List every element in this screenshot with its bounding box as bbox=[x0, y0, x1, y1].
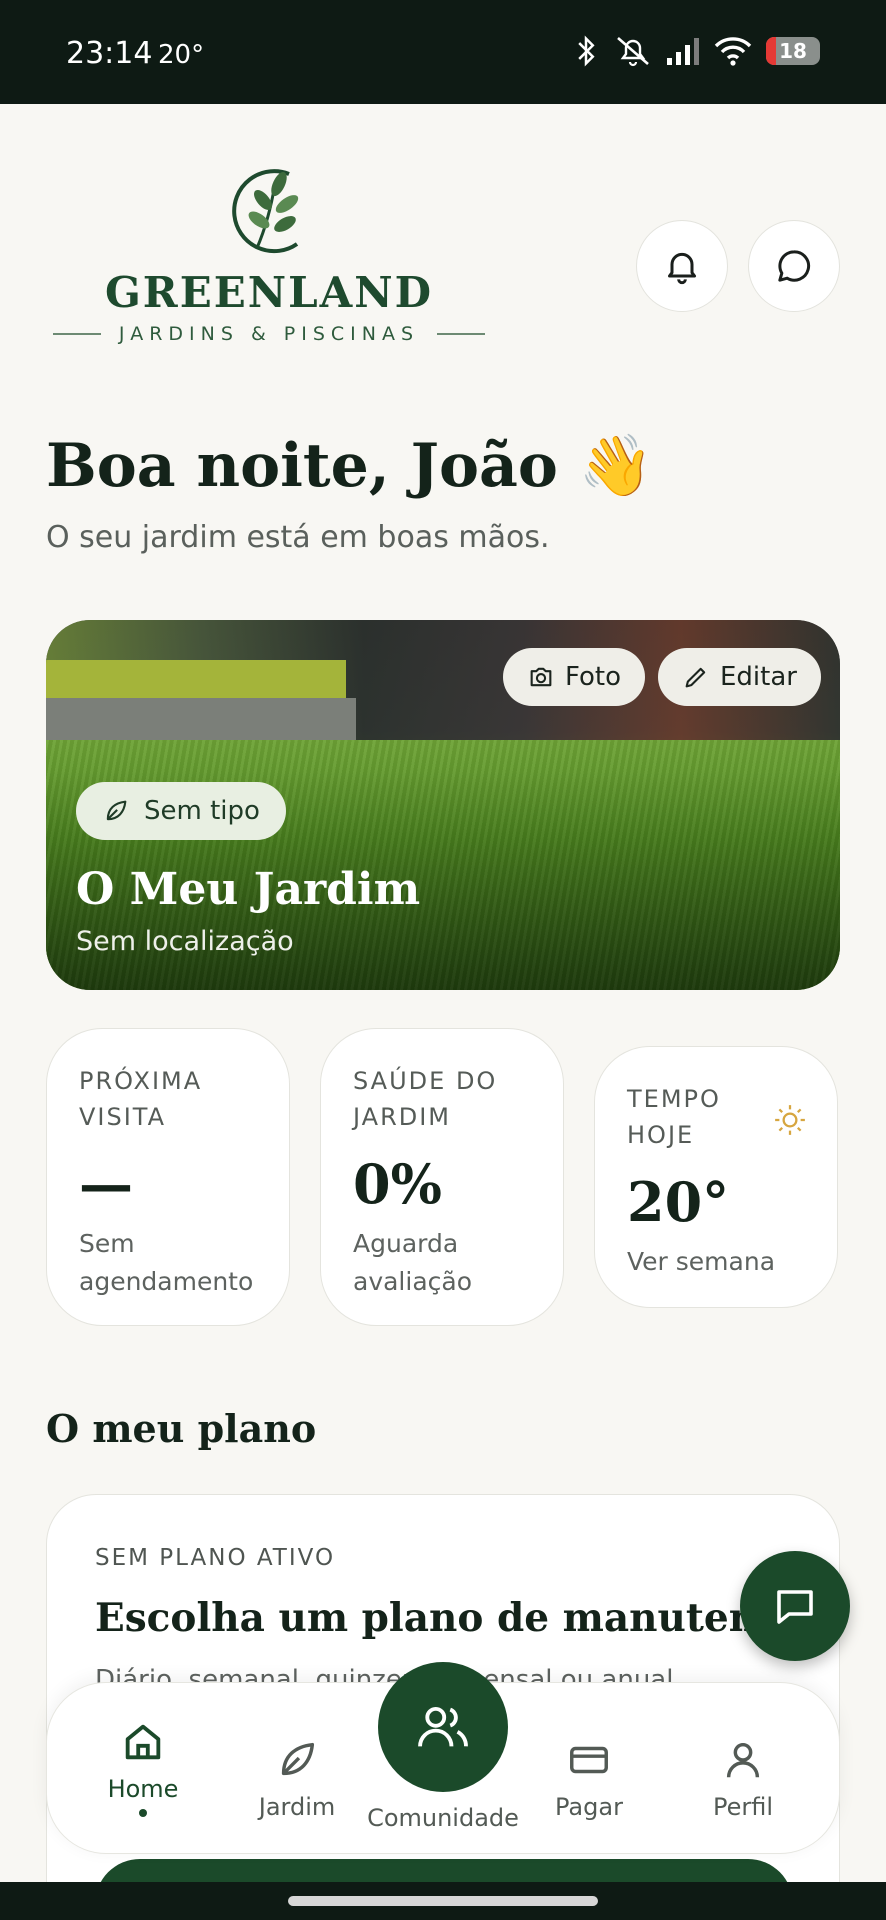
home-icon bbox=[125, 1724, 161, 1760]
garden-type-label: Sem tipo bbox=[144, 796, 260, 826]
plan-card-title: Escolha um plano de manutenção bbox=[95, 1595, 833, 1641]
divider bbox=[52, 333, 101, 335]
battery-icon: 18 bbox=[766, 37, 820, 65]
garden-health-card[interactable]: SAÚDE DO JARDIM 0% Aguarda avaliação bbox=[320, 1028, 564, 1326]
plan-status: SEM PLANO ATIVO bbox=[95, 1545, 336, 1571]
status-temperature: 20° bbox=[158, 40, 205, 70]
status-time: 23:14 bbox=[66, 36, 153, 71]
plan-section-title: O meu plano bbox=[46, 1406, 317, 1451]
divider bbox=[437, 333, 486, 335]
greeting-title: Boa noite, João 👋 bbox=[46, 431, 654, 501]
home-indicator[interactable] bbox=[288, 1896, 598, 1906]
card-icon bbox=[570, 1746, 608, 1774]
mute-icon bbox=[617, 37, 649, 67]
photo-button-label: Foto bbox=[565, 662, 622, 692]
brand-logo: GREENLAND JARDINS & PISCINAS bbox=[44, 160, 494, 345]
stat-label: PRÓXIMA VISITA bbox=[79, 1067, 203, 1131]
battery-level: 18 bbox=[779, 39, 807, 63]
chat-icon bbox=[778, 250, 811, 282]
message-square-icon bbox=[777, 1590, 813, 1624]
camera-icon bbox=[530, 667, 552, 687]
wifi-icon bbox=[714, 37, 752, 66]
stat-label: TEMPO HOJE bbox=[627, 1085, 721, 1149]
weather-card[interactable]: TEMPO HOJE 20° Ver semana bbox=[594, 1046, 838, 1308]
nav-garden[interactable]: Jardim bbox=[227, 1735, 367, 1821]
users-icon bbox=[418, 1706, 468, 1747]
nav-home[interactable]: Home bbox=[73, 1717, 213, 1817]
stat-value: — bbox=[79, 1152, 133, 1216]
active-indicator bbox=[139, 1809, 147, 1817]
edit-button-label: Editar bbox=[720, 662, 797, 692]
garden-type-tag[interactable]: Sem tipo bbox=[76, 782, 286, 840]
stat-footer: Sem agendamento bbox=[79, 1229, 254, 1296]
signal-icon bbox=[667, 38, 699, 65]
nav-profile[interactable]: Perfil bbox=[673, 1735, 813, 1821]
leaf-icon bbox=[106, 800, 127, 821]
pencil-icon bbox=[685, 667, 706, 688]
nav-label: Home bbox=[107, 1775, 179, 1803]
stat-label: SAÚDE DO JARDIM bbox=[353, 1067, 498, 1131]
leaf-emblem-icon bbox=[232, 169, 299, 254]
photo-button[interactable]: Foto bbox=[503, 648, 646, 706]
sun-icon bbox=[775, 1105, 805, 1135]
garden-card[interactable]: Foto Editar Sem tipo O Meu Jardim Sem lo… bbox=[46, 620, 840, 990]
garden-location: Sem localização bbox=[76, 926, 294, 957]
brand-name: GREENLAND bbox=[104, 268, 434, 317]
messages-button[interactable] bbox=[748, 220, 840, 312]
status-bar: 23:14 20° 18 bbox=[0, 0, 886, 104]
garden-name: O Meu Jardim bbox=[76, 864, 421, 915]
nav-label: Jardim bbox=[258, 1793, 336, 1821]
support-chat-button[interactable] bbox=[740, 1551, 850, 1661]
stat-value: 0% bbox=[353, 1152, 442, 1216]
nav-community-button[interactable] bbox=[378, 1662, 508, 1792]
notifications-button[interactable] bbox=[636, 220, 728, 312]
nav-label: Perfil bbox=[712, 1793, 774, 1821]
edit-button[interactable]: Editar bbox=[658, 648, 821, 706]
stat-value: 20° bbox=[627, 1170, 730, 1234]
system-navigation-bar bbox=[0, 1882, 886, 1920]
nav-pay[interactable]: Pagar bbox=[519, 1735, 659, 1821]
stat-footer: Aguarda avaliação bbox=[353, 1229, 473, 1296]
next-visit-card[interactable]: PRÓXIMA VISITA — Sem agendamento bbox=[46, 1028, 290, 1326]
nav-label: Pagar bbox=[555, 1793, 623, 1821]
greeting-subtitle: O seu jardim está em boas mãos. bbox=[46, 520, 550, 555]
user-icon bbox=[726, 1742, 760, 1778]
stat-footer: Ver semana bbox=[627, 1247, 776, 1276]
nav-community-label: Comunidade bbox=[367, 1804, 519, 1832]
brand-subtitle: JARDINS & PISCINAS bbox=[118, 323, 420, 345]
bluetooth-icon bbox=[578, 35, 595, 67]
leaf-icon bbox=[281, 1742, 315, 1776]
bell-icon bbox=[668, 252, 696, 285]
